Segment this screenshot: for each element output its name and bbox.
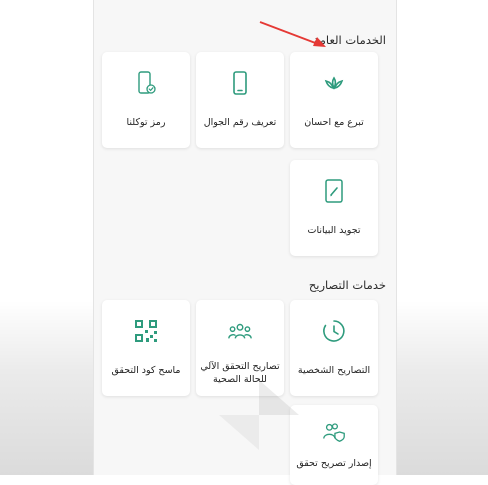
watermark-logo [214, 375, 304, 459]
phone-check-icon [133, 70, 159, 96]
people-group-icon [227, 318, 253, 344]
clock-icon [321, 318, 347, 344]
qr-code-icon [133, 318, 159, 344]
card-data-quality[interactable]: تجويد البيانات [290, 160, 378, 256]
edit-document-icon [321, 178, 347, 204]
card-label: تجويد البيانات [307, 225, 361, 236]
ehsan-leaf-icon [321, 70, 347, 96]
card-label: تبرع مع احسان [304, 117, 364, 128]
card-tawakkalna-code[interactable]: رمز توكلنا [102, 52, 190, 148]
section-title-permits: خدمات التصاريح [308, 278, 386, 292]
card-label: تعريف رقم الجوال [203, 117, 277, 128]
card-donate-ehsan[interactable]: تبرع مع احسان [290, 52, 378, 148]
card-label: التصاريح الشخصية [297, 365, 371, 376]
services-screen: الخدمات العامة تبرع مع احسان تعريف رقم ا… [93, 0, 397, 485]
users-shield-icon [321, 419, 347, 445]
card-label: ماسح كود التحقق [111, 365, 181, 376]
card-phone-id[interactable]: تعريف رقم الجوال [196, 52, 284, 148]
card-label: إصدار تصريح تحقق [296, 458, 372, 469]
mobile-phone-icon [227, 70, 253, 96]
card-qr-scanner[interactable]: ماسح كود التحقق [102, 300, 190, 396]
card-label: رمز توكلنا [126, 117, 166, 128]
section-title-general: الخدمات العامة [313, 33, 386, 47]
